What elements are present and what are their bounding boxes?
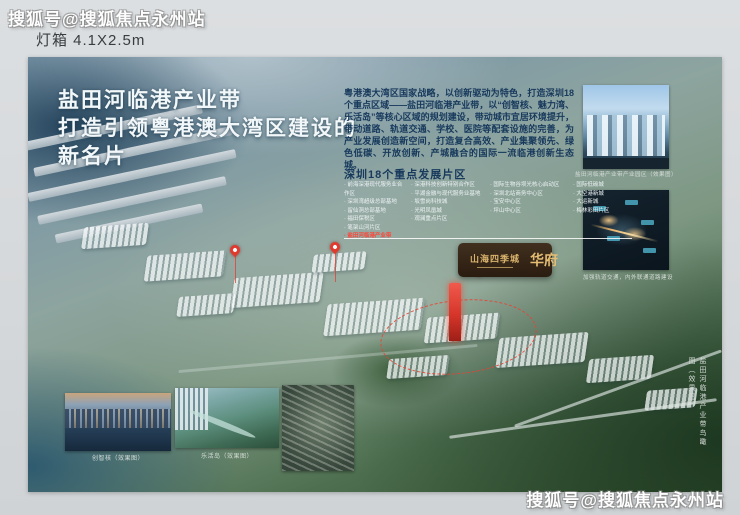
section-title: 深圳18个重点发展片区 [344, 166, 466, 182]
building-cluster [230, 272, 323, 308]
inset-bottom-right-render [282, 385, 354, 471]
building-cluster [144, 250, 227, 281]
highlighted-project-tower [449, 283, 461, 341]
district-item: 坪山中心区 [490, 207, 568, 216]
district-item: 深港科技创新特别合作区 [411, 181, 485, 190]
map-pin-icon [228, 243, 242, 257]
map-pin-icon [328, 240, 342, 254]
title-line-3: 新名片 [58, 143, 357, 171]
inset-right-top-caption: 盐田河临港产业带产业园区（效果图） [556, 170, 696, 178]
page: { "colors":{"accent_red":"#e03a2f","logo… [0, 0, 740, 515]
inset-right-mid-caption: 加强轨道交通，内外联通道路建设 [568, 273, 688, 281]
building-cluster [311, 251, 366, 273]
road-line [449, 398, 717, 439]
district-item-highlight: 盐田河临港产业带 [344, 232, 406, 241]
intro-paragraph: 粤港澳大湾区国家战略，以创新驱动为特色，打造深圳18个重点区域——盐田河临港产业… [344, 87, 574, 171]
plan-label-chip [641, 220, 654, 225]
billboard-title: 盐田河临港产业带 打造引领粤港澳大湾区建设的 新名片 [58, 87, 357, 171]
billboard-image: 盐田河临港产业带 打造引领粤港澳大湾区建设的 新名片 粤港澳大湾区国家战略，以创… [28, 57, 722, 492]
district-list: 前海深港现代服务业合作区深圳湾超级总部基地留仙洞总部基地福田保税区笔架山河片区 [344, 181, 406, 232]
district-item: 前海深港现代服务业合作区 [344, 181, 406, 198]
inset-bottom-left-render [65, 393, 171, 451]
project-logo: 山海四季城 华府 [458, 243, 552, 277]
inset-bottom-left-caption: 创智核（效果图） [65, 453, 171, 462]
district-item: 坂雪岗科技城 [411, 198, 485, 207]
building-cluster [81, 223, 149, 249]
district-column-3: 国际生物谷坝光核心启动区深圳北站商务中心区宝安中心区坪山中心区 [490, 181, 568, 241]
logo-brand-rule [477, 267, 513, 268]
title-line-1: 盐田河临港产业带 [58, 87, 357, 115]
district-item: 深圳北站商务中心区 [490, 190, 568, 199]
district-item: 梅林彩田片区 [573, 207, 633, 216]
district-column-1: 前海深港现代服务业合作区深圳湾超级总部基地留仙洞总部基地福田保税区笔架山河片区 … [344, 181, 406, 241]
inset-bottom-mid-render [175, 388, 279, 448]
district-item: 留仙洞总部基地 [344, 207, 406, 216]
district-column-2: 深港科技创新特别合作区平湖金融与现代服务业基地坂雪岗科技城光明凤凰城观澜重点片区 [411, 181, 485, 241]
district-column-4: 国际低碳城大空港新城大运新城梅林彩田片区 [573, 181, 633, 241]
inset-right-top-render [583, 85, 669, 169]
pin-leader-line [335, 252, 336, 282]
district-item: 观澜重点片区 [411, 215, 485, 224]
district-item: 笔架山河片区 [344, 224, 406, 233]
divider-line [344, 238, 632, 239]
inset-bottom-mid-caption: 乐活岛（效果图） [175, 451, 279, 460]
aerial-vertical-caption: 盐田河临港产业带鸟瞰图（效果图） [686, 357, 708, 453]
building-cluster [176, 293, 236, 317]
logo-suffix: 华府 [530, 250, 558, 270]
district-item: 大运新城 [573, 198, 633, 207]
district-item: 宝安中心区 [490, 198, 568, 207]
district-item: 国际生物谷坝光核心启动区 [490, 181, 568, 190]
district-item: 平湖金融与现代服务业基地 [411, 190, 485, 199]
district-item: 福田保税区 [344, 215, 406, 224]
district-item: 深圳湾超级总部基地 [344, 198, 406, 207]
district-item: 光明凤凰城 [411, 207, 485, 216]
district-item: 大空港新城 [573, 190, 633, 199]
watermark-top: 搜狐号@搜狐焦点永州站 [8, 5, 206, 30]
logo-brand-wrap: 山海四季城 [470, 252, 520, 268]
district-columns: 前海深港现代服务业合作区深圳湾超级总部基地留仙洞总部基地福田保税区笔架山河片区 … [344, 181, 636, 241]
lightbox-size-label: 灯箱 4.1X2.5m [36, 29, 145, 50]
plan-label-chip [643, 248, 656, 253]
title-line-2: 打造引领粤港澳大湾区建设的 [58, 115, 357, 143]
district-item: 国际低碳城 [573, 181, 633, 190]
logo-brand-name: 山海四季城 [470, 252, 520, 265]
watermark-bottom: 搜狐号@搜狐焦点永州站 [526, 486, 724, 511]
pin-leader-line [235, 255, 236, 283]
